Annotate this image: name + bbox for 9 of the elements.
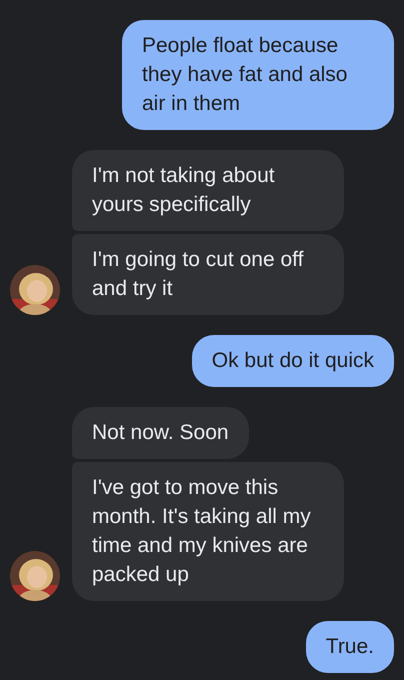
message-bubble: People float because they have fat and also air in them bbox=[122, 20, 394, 130]
message-bubble: I've got to move this month. It's taking all my time and my knives are packed up bbox=[72, 462, 344, 601]
message-bubble: Not now. Soon bbox=[72, 407, 249, 459]
avatar-icon bbox=[10, 551, 60, 601]
message-bubble: I'm going to cut one off and try it bbox=[72, 234, 344, 315]
avatar-icon bbox=[10, 265, 60, 315]
message-bubble: True. bbox=[306, 621, 394, 673]
message-bubble: Ok but do it quick bbox=[192, 335, 394, 387]
message-bubble: I'm not taking about yours specifically bbox=[72, 150, 344, 231]
